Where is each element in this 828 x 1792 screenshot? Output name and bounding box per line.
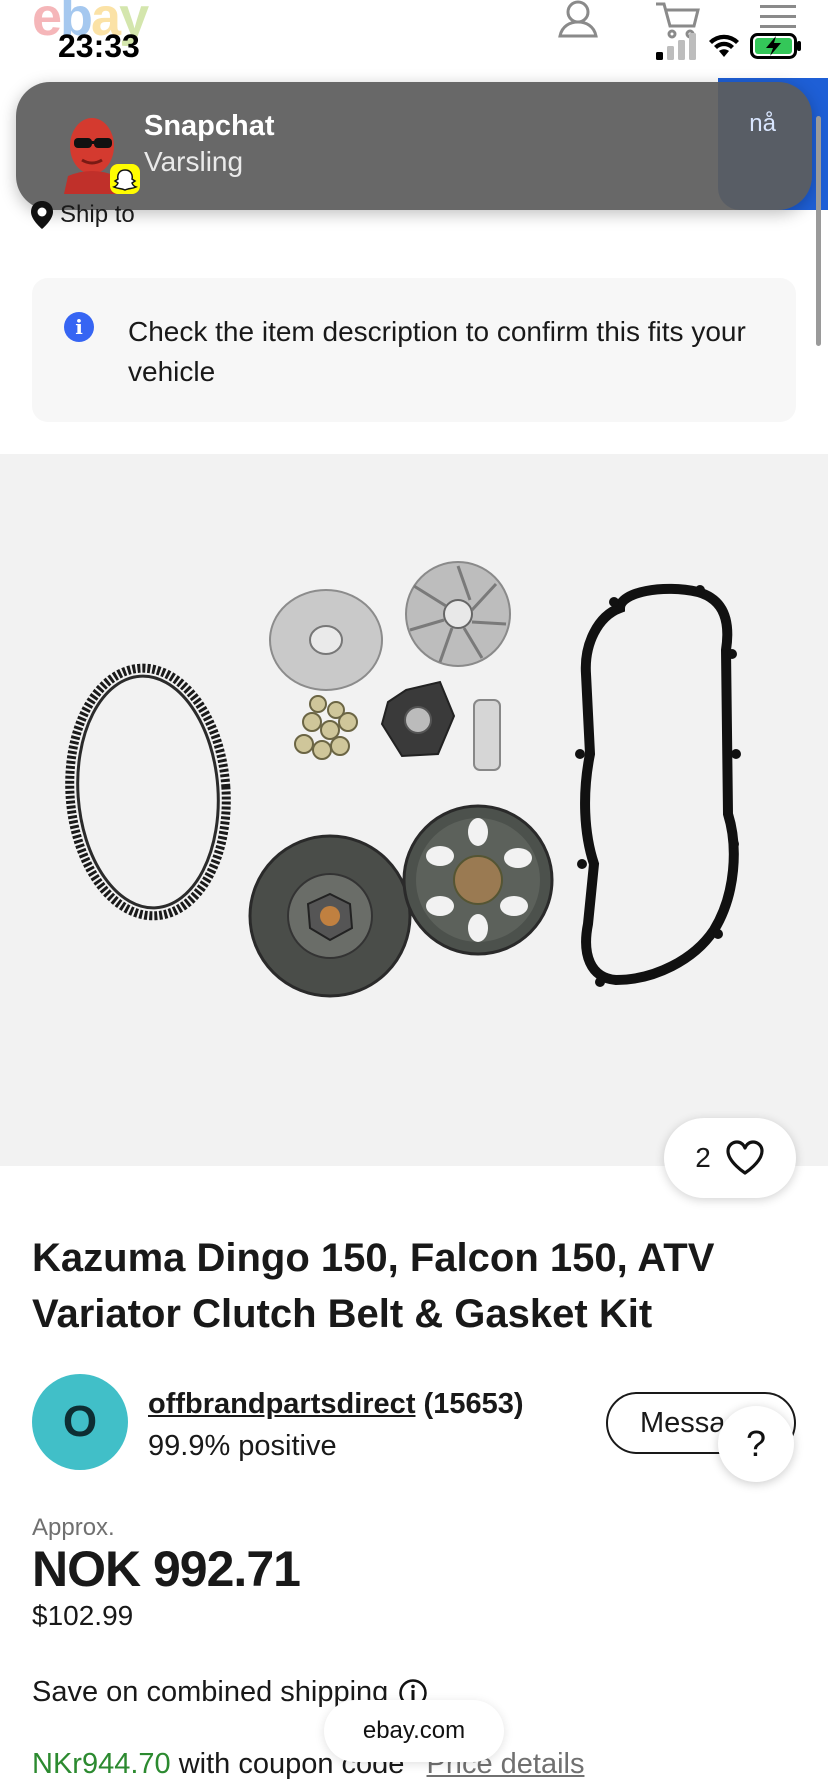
coupon-price: NKr944.70 <box>32 1748 171 1780</box>
location-pin-icon <box>31 201 53 229</box>
approx-label: Approx. <box>32 1514 115 1541</box>
help-button[interactable]: ? <box>718 1406 794 1482</box>
drive-belt <box>65 663 231 921</box>
browser-url-pill[interactable]: ebay.com <box>324 1700 504 1762</box>
coupon-row: NKr944.70 with coupon code Price details <box>32 1748 584 1781</box>
status-time: 23:33 <box>58 28 140 64</box>
price-nok: NOK 992.71 <box>32 1541 301 1597</box>
snapchat-notification[interactable]: Snapchat Varsling nå <box>16 82 812 210</box>
product-photo <box>65 561 741 998</box>
product-title: Kazuma Dingo 150, Falcon 150, ATV Variat… <box>32 1236 715 1336</box>
watch-count: 2 <box>695 1142 711 1173</box>
seller-avatar[interactable]: O <box>32 1374 128 1470</box>
seller-feedback-percent: 99.9% positive <box>148 1430 337 1462</box>
notification-app-name: Snapchat <box>144 110 275 142</box>
ship-to-link[interactable]: Ship to <box>30 200 135 230</box>
battery-charging-icon <box>750 33 801 59</box>
wifi-icon <box>709 34 739 57</box>
roller-weights <box>294 695 358 760</box>
ship-to-label: Ship to <box>60 201 135 228</box>
product-image[interactable] <box>0 454 828 1166</box>
fitment-info-text: Check the item description to confirm th… <box>128 316 746 387</box>
logo-letter-e: e <box>32 0 62 47</box>
watch-button[interactable]: 2 <box>664 1118 796 1198</box>
seller-name-row: offbrandpartsdirect (15653) <box>148 1388 524 1421</box>
menu-icon[interactable] <box>758 2 798 32</box>
price-usd: $102.99 <box>32 1600 134 1631</box>
bushing <box>473 699 501 771</box>
info-icon: i <box>64 312 94 342</box>
status-icons <box>656 32 802 60</box>
scrollbar[interactable] <box>816 116 821 346</box>
bitmoji-avatar-icon <box>64 118 140 194</box>
cellular-signal-icon <box>656 33 696 60</box>
notification-time: nå <box>749 110 776 137</box>
heart-icon <box>726 1140 764 1175</box>
case-gasket <box>580 583 739 986</box>
notification-message: Varsling <box>144 146 244 177</box>
seller-feedback-score: (15653) <box>423 1388 524 1420</box>
account-icon[interactable] <box>556 0 600 40</box>
combined-shipping-text: Save on combined shipping <box>32 1676 389 1708</box>
seller-name-link[interactable]: offbrandpartsdirect <box>148 1388 415 1420</box>
